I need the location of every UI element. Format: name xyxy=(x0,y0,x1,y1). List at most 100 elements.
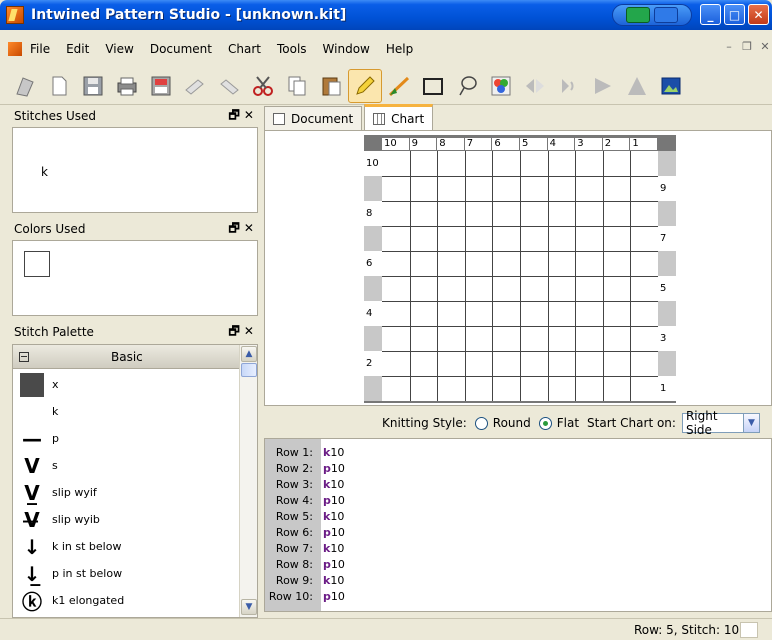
row-number-label: Row 8: xyxy=(275,558,313,571)
grid-line xyxy=(382,376,658,377)
stitch-abbrev: p xyxy=(323,590,331,603)
document-icon[interactable] xyxy=(8,42,22,56)
save-button[interactable] xyxy=(76,69,110,103)
row-instruction[interactable]: Row 9: k10 xyxy=(265,575,765,587)
menu-edit[interactable]: Edit xyxy=(58,42,97,56)
chart-canvas[interactable]: 10 9 8 7 6 5 4 3 2 1 10 9 8 7 6 5 4 3 2 1 xyxy=(264,130,772,406)
undo-button[interactable] xyxy=(178,69,212,103)
chart-cells[interactable] xyxy=(382,151,658,401)
scroll-down-icon[interactable]: ▼ xyxy=(241,599,257,615)
row-instruction[interactable]: Row 5: k10 xyxy=(265,511,765,523)
menu-tools[interactable]: Tools xyxy=(269,42,315,56)
close-button[interactable]: ✕ xyxy=(748,4,769,25)
color-swatch[interactable] xyxy=(24,251,50,277)
copy-button[interactable] xyxy=(280,69,314,103)
minimize-button[interactable]: _ xyxy=(700,4,721,25)
triangle-button[interactable] xyxy=(620,69,654,103)
stitch-group-header[interactable]: Basic xyxy=(13,345,239,369)
row-instruction[interactable]: Row 10: p10 xyxy=(265,591,765,603)
extension-blue-icon[interactable] xyxy=(654,7,678,23)
pdf-button[interactable] xyxy=(144,69,178,103)
maximize-button[interactable]: □ xyxy=(724,4,745,25)
stitch-count: 10 xyxy=(330,590,345,603)
row-instruction-text: k10 xyxy=(323,479,344,491)
stitch-symbol-icon xyxy=(20,400,44,424)
tab-document[interactable]: Document xyxy=(264,106,363,130)
knitting-chart-grid[interactable]: 10 9 8 7 6 5 4 3 2 1 10 9 8 7 6 5 4 3 2 1 xyxy=(364,135,676,403)
print-button[interactable] xyxy=(110,69,144,103)
collapse-icon[interactable] xyxy=(19,351,29,362)
flat-radio[interactable] xyxy=(538,416,552,430)
row-instruction-text: k10 xyxy=(323,447,344,459)
row-instruction[interactable]: Row 4: p10 xyxy=(265,495,765,507)
scroll-thumb[interactable] xyxy=(241,363,257,377)
new-button[interactable] xyxy=(42,69,76,103)
open-button[interactable] xyxy=(8,69,42,103)
redo-button[interactable] xyxy=(212,69,246,103)
toolbar xyxy=(0,67,772,105)
round-label[interactable]: Round xyxy=(493,416,531,430)
flip-button[interactable] xyxy=(518,69,552,103)
rotate-button[interactable] xyxy=(552,69,586,103)
stitch-palette-item[interactable]: k xyxy=(13,398,239,425)
stitch-palette-item[interactable]: Vs xyxy=(13,452,239,479)
menu-window[interactable]: Window xyxy=(315,42,378,56)
lasso-button[interactable] xyxy=(450,69,484,103)
row-instruction[interactable]: Row 1: k10 xyxy=(265,447,765,459)
grid-line xyxy=(382,226,658,227)
menu-help[interactable]: Help xyxy=(378,42,421,56)
rectangle-button[interactable] xyxy=(416,69,450,103)
row-instruction[interactable]: Row 6: p10 xyxy=(265,527,765,539)
stitch-count: 10 xyxy=(330,526,345,539)
stitch-palette-item[interactable]: V̶ slip wyib xyxy=(13,506,239,533)
stitch-name: s xyxy=(52,459,58,472)
cut-button[interactable] xyxy=(246,69,280,103)
open-icon xyxy=(16,76,34,97)
pencil-button[interactable] xyxy=(348,68,382,103)
doc-minimize-icon[interactable]: – xyxy=(722,40,736,54)
menu-document[interactable]: Document xyxy=(142,42,220,56)
flat-label[interactable]: Flat xyxy=(557,416,579,430)
flip-icon xyxy=(526,78,544,93)
panel-float-close-icon[interactable]: 🗗 ✕ xyxy=(228,219,254,240)
chevron-down-icon[interactable]: ▼ xyxy=(743,413,760,433)
stitch-palette-scrollbar[interactable]: ▲ ▼ xyxy=(239,345,257,617)
stitch-palette-item[interactable]: x xyxy=(13,371,239,398)
rectangle-icon xyxy=(423,77,443,95)
arrow-right-button[interactable] xyxy=(586,69,620,103)
tab-chart[interactable]: Chart xyxy=(364,104,434,130)
round-radio[interactable] xyxy=(474,416,488,430)
start-side-select[interactable]: Right Side xyxy=(681,409,744,437)
panel-float-close-icon[interactable]: 🗗 ✕ xyxy=(228,322,254,343)
row-instruction[interactable]: Row 8: p10 xyxy=(265,559,765,571)
row-label-left: 6 xyxy=(364,251,382,276)
row-label-right xyxy=(658,251,676,276)
row-label-left xyxy=(364,276,382,301)
stitch-palette-item[interactable]: ⓚ k1 elongated xyxy=(13,587,239,614)
line-button[interactable] xyxy=(382,69,416,103)
paste-icon xyxy=(322,77,341,95)
paste-button[interactable] xyxy=(314,69,348,103)
menu-chart[interactable]: Chart xyxy=(220,42,269,56)
grid-line xyxy=(382,251,658,252)
stitch-symbol-icon: V xyxy=(24,453,40,478)
stitch-symbol-icon xyxy=(20,372,44,397)
stitch-palette-item[interactable]: ↓̲ p in st below xyxy=(13,560,239,587)
stitch-symbol-icon: ⓚ xyxy=(22,590,42,614)
menu-file[interactable]: File xyxy=(22,42,58,56)
menu-view[interactable]: View xyxy=(97,42,141,56)
stitch-palette-item[interactable]: — p xyxy=(13,425,239,452)
stitch-palette-item[interactable]: V̲ slip wyif xyxy=(13,479,239,506)
image-button[interactable] xyxy=(654,69,688,103)
row-instruction[interactable]: Row 2: p10 xyxy=(265,463,765,475)
doc-close-icon[interactable]: ✕ xyxy=(758,40,772,54)
scroll-up-icon[interactable]: ▲ xyxy=(241,346,257,362)
doc-restore-icon[interactable]: ❐ xyxy=(740,40,754,54)
row-instruction[interactable]: Row 3: k10 xyxy=(265,479,765,491)
stitch-palette-item[interactable]: ↓ k in st below xyxy=(13,533,239,560)
color-picker-button[interactable] xyxy=(484,69,518,103)
extension-green-icon[interactable] xyxy=(626,7,650,23)
row-instruction[interactable]: Row 7: k10 xyxy=(265,543,765,555)
cut-icon xyxy=(253,75,273,96)
panel-float-close-icon[interactable]: 🗗 ✕ xyxy=(228,106,254,127)
